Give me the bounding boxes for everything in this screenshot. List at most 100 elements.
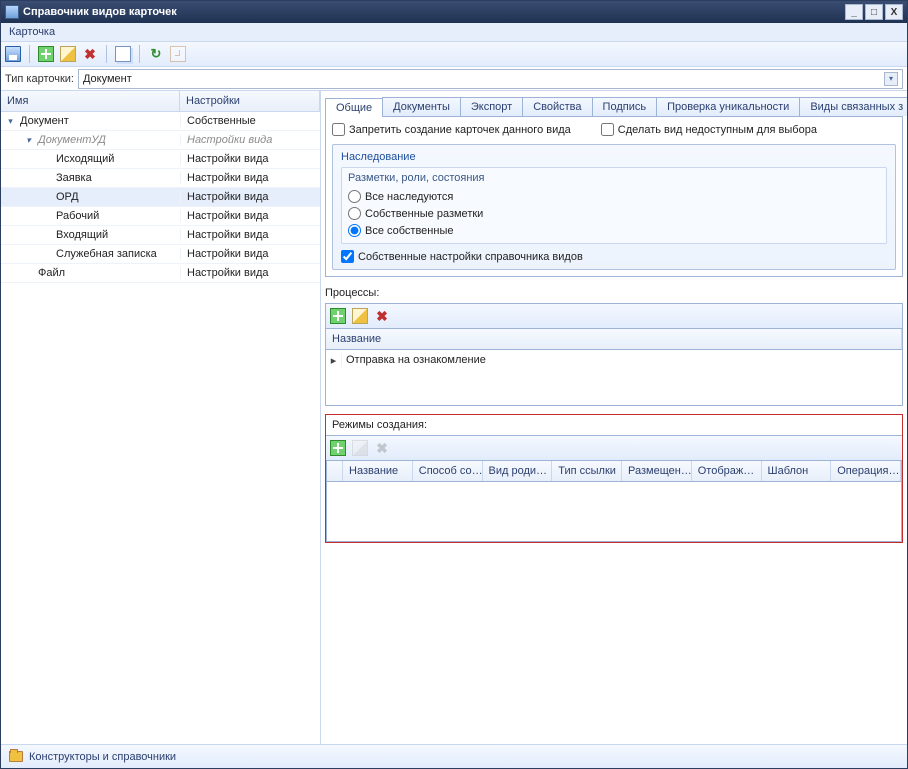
own-markups-input[interactable]: [348, 207, 361, 220]
tree-item-label: Файл: [38, 267, 65, 279]
tree-item-label: Заявка: [56, 172, 92, 184]
modes-col[interactable]: Способ со…: [413, 461, 483, 481]
close-button[interactable]: X: [885, 4, 903, 20]
modes-col[interactable]: Название: [343, 461, 413, 481]
card-type-value: Документ: [83, 73, 132, 85]
own-ref-settings-checkbox[interactable]: Собственные настройки справочника видов: [341, 250, 887, 263]
col-settings[interactable]: Настройки: [180, 91, 320, 111]
modes-col[interactable]: Тип ссылки: [552, 461, 622, 481]
tree-item-settings: Настройки вида: [180, 172, 320, 184]
hide-type-checkbox[interactable]: Сделать вид недоступным для выбора: [601, 123, 817, 136]
separator: [106, 45, 107, 63]
inherit-all-label: Все наследуются: [365, 191, 453, 203]
tree-row[interactable]: РабочийНастройки вида: [1, 207, 320, 226]
edit-icon[interactable]: [60, 46, 76, 62]
tree-item-settings: Собственные: [180, 115, 320, 127]
forbid-create-checkbox[interactable]: Запретить создание карточек данного вида: [332, 123, 571, 136]
tree-row[interactable]: ОРД Настройки вида: [1, 188, 320, 207]
modes-toolbar: ✖: [326, 435, 902, 461]
tree-item-settings: Настройки вида: [180, 229, 320, 241]
statusbar: Конструкторы и справочники: [1, 744, 907, 768]
tab[interactable]: Свойства: [522, 97, 592, 116]
main-toolbar: ✖ ↻: [1, 41, 907, 67]
tree-panel: Имя Настройки ▾ Документ Собственные ▾Докум…: [1, 91, 321, 744]
separator: [29, 45, 30, 63]
processes-label: Процессы:: [325, 287, 903, 299]
tree-row[interactable]: Входящий Настройки вида: [1, 226, 320, 245]
refresh-icon[interactable]: ↻: [148, 46, 164, 62]
processes-grid-header: Название: [325, 329, 903, 350]
forbid-create-input[interactable]: [332, 123, 345, 136]
modes-col[interactable]: Операция…: [831, 461, 901, 481]
tree-item-settings: Настройки вида: [180, 267, 320, 279]
card-type-combo[interactable]: Документ ▾: [78, 69, 903, 89]
maximize-button[interactable]: □: [865, 4, 883, 20]
modes-grid[interactable]: [326, 482, 902, 542]
inherit-all-input[interactable]: [348, 190, 361, 203]
hide-type-input[interactable]: [601, 123, 614, 136]
menu-card[interactable]: Карточка: [9, 26, 55, 38]
expand-icon[interactable]: ▾: [5, 116, 16, 127]
tree-row[interactable]: ИсходящийНастройки вида: [1, 150, 320, 169]
tree-item-label: Входящий: [56, 229, 108, 241]
own-markups-radio[interactable]: Собственные разметки: [348, 205, 880, 222]
markup-roles-states-group: Разметки, роли, состояния Все наследуютс…: [341, 167, 887, 244]
app-icon: [5, 5, 19, 19]
titlebar: Справочник видов карточек _ □ X: [1, 1, 907, 23]
folder-icon: [9, 751, 23, 762]
tree-row[interactable]: Заявка Настройки вида: [1, 169, 320, 188]
inheritance-title: Наследование: [341, 151, 887, 163]
tab[interactable]: Общие: [325, 98, 383, 117]
save-icon[interactable]: [5, 46, 21, 62]
copy-icon[interactable]: [115, 46, 131, 62]
modes-col[interactable]: Шаблон: [762, 461, 832, 481]
tab[interactable]: Подпись: [592, 97, 658, 116]
tree-item-settings: Настройки вида: [180, 134, 320, 146]
modes-col[interactable]: Размещен…: [622, 461, 692, 481]
status-text[interactable]: Конструкторы и справочники: [29, 751, 176, 763]
tree-row[interactable]: ▾ Документ Собственные: [1, 112, 320, 131]
modes-col[interactable]: Вид роди…: [483, 461, 553, 481]
tab[interactable]: Документы: [382, 97, 461, 116]
modes-col-marker: [327, 461, 343, 481]
tree-row[interactable]: Файл Настройки вида: [1, 264, 320, 283]
tab[interactable]: Экспорт: [460, 97, 523, 116]
tree[interactable]: ▾ Документ Собственные ▾ДокументУДНастройки…: [1, 112, 320, 744]
process-row[interactable]: ▸ Отправка на ознакомление: [326, 350, 902, 370]
modes-label: Режимы создания:: [326, 415, 902, 435]
tab[interactable]: Виды связанных з: [799, 97, 907, 116]
tree-item-label: Служебная записка: [56, 248, 157, 260]
process-edit-icon[interactable]: [352, 308, 368, 324]
window-title: Справочник видов карточек: [23, 6, 177, 18]
mode-delete-icon: ✖: [374, 440, 390, 456]
tree-row[interactable]: ▾ДокументУДНастройки вида: [1, 131, 320, 150]
tree-item-settings: Настройки вида: [180, 191, 320, 203]
all-own-radio[interactable]: Все собственные: [348, 222, 880, 239]
process-col-name[interactable]: Название: [326, 329, 902, 349]
col-name[interactable]: Имя: [1, 91, 180, 111]
tree-item-label: Документ: [20, 115, 69, 127]
card-type-label: Тип карточки:: [5, 73, 74, 85]
tree-row[interactable]: Служебная запискаНастройки вида: [1, 245, 320, 264]
tree-item-label: ОРД: [56, 191, 79, 203]
processes-grid[interactable]: ▸ Отправка на ознакомление: [325, 350, 903, 406]
mode-edit-icon: [352, 440, 368, 456]
chevron-down-icon[interactable]: ▾: [884, 72, 898, 86]
own-ref-settings-label: Собственные настройки справочника видов: [358, 251, 583, 263]
minimize-button[interactable]: _: [845, 4, 863, 20]
all-own-input[interactable]: [348, 224, 361, 237]
own-ref-settings-input[interactable]: [341, 250, 354, 263]
inherit-all-radio[interactable]: Все наследуются: [348, 188, 880, 205]
add-icon[interactable]: [38, 46, 54, 62]
process-delete-icon[interactable]: ✖: [374, 308, 390, 324]
menubar: Карточка: [1, 23, 907, 41]
process-add-icon[interactable]: [330, 308, 346, 324]
delete-icon[interactable]: ✖: [82, 46, 98, 62]
tree-item-label: Исходящий: [56, 153, 114, 165]
creation-modes-box: Режимы создания: ✖ НазваниеСпособ со…Вид…: [325, 414, 903, 543]
tab[interactable]: Проверка уникальности: [656, 97, 800, 116]
separator: [139, 45, 140, 63]
expand-icon[interactable]: ▾: [23, 135, 34, 146]
mode-add-icon[interactable]: [330, 440, 346, 456]
modes-col[interactable]: Отображ…: [692, 461, 762, 481]
